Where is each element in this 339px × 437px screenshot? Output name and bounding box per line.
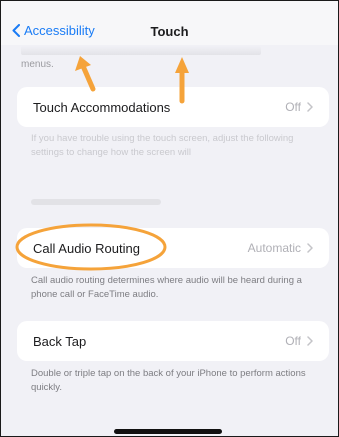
call-audio-routing-value: Automatic [247,241,301,255]
arrow-up-icon [75,56,96,92]
home-indicator[interactable] [114,429,222,434]
touch-accommodations-footer: If you have trouble using the touch scre… [31,133,294,158]
touch-accommodations-row[interactable]: Touch Accommodations Off [17,87,329,127]
page-title: Touch [150,24,189,39]
touch-accommodations-value-group: Off [285,100,313,114]
back-tap-footer: Double or triple tap on the back of your… [31,368,306,393]
chevron-right-icon [307,336,313,346]
call-audio-routing-label: Call Audio Routing [33,240,140,256]
screen: menus. Accessibility Touch Touch Accommo… [0,0,339,437]
call-audio-routing-row[interactable]: Call Audio Routing Automatic [17,228,329,268]
chevron-right-icon [307,243,313,253]
navigation-bar: Accessibility Touch [1,1,338,45]
obscured-text-line [31,199,161,205]
back-tap-value-group: Off [285,334,313,348]
call-audio-routing-value-group: Automatic [248,241,313,255]
call-audio-routing-footer: Call audio routing determines where audi… [31,275,302,300]
back-tap-row[interactable]: Back Tap Off [17,321,329,361]
top-note-text: menus. [21,59,54,70]
touch-accommodations-value: Off [285,100,301,114]
touch-accommodations-label: Touch Accommodations [33,99,171,115]
scrolled-content-fade [21,46,261,55]
back-tap-value: Off [285,334,301,348]
chevron-right-icon [307,102,313,112]
back-tap-label: Back Tap [33,333,87,349]
